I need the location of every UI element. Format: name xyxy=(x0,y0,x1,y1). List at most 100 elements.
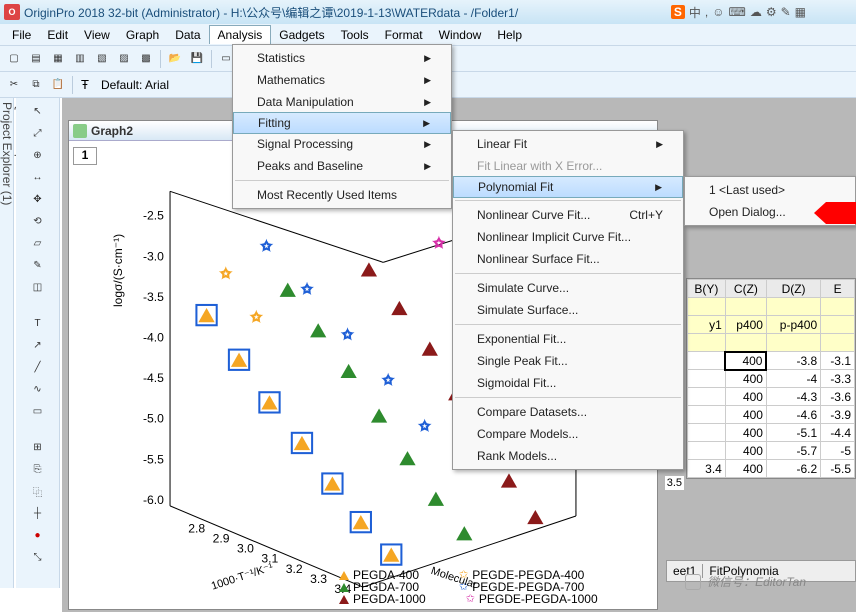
menu-view[interactable]: View xyxy=(76,26,118,44)
mask-icon[interactable]: ▱ xyxy=(29,234,47,252)
annotation-arrow-icon xyxy=(814,202,856,224)
menu-mru[interactable]: Most Recently Used Items xyxy=(233,184,451,206)
svg-text:✩: ✩ xyxy=(420,419,430,433)
menu-graph[interactable]: Graph xyxy=(118,26,167,44)
ime-bar: S 中 , ☺ ⌨ ☁ ⚙ ✎ ▦ xyxy=(671,0,806,24)
svg-text:✩: ✩ xyxy=(221,267,231,281)
svg-text:2.8: 2.8 xyxy=(188,521,205,535)
curve-icon[interactable]: ∿ xyxy=(29,380,47,398)
line-icon[interactable]: ╱ xyxy=(29,358,47,376)
left-tab-strip: Project Explorer (1) Quick Help Messages… xyxy=(0,98,14,588)
svg-text:✩: ✩ xyxy=(383,373,393,387)
copy-icon[interactable]: ⧉ xyxy=(26,75,46,95)
draw-icon[interactable]: ✎ xyxy=(29,256,47,274)
menu-statistics[interactable]: Statistics▶ xyxy=(233,47,451,69)
analysis-dropdown: Statistics▶ Mathematics▶ Data Manipulati… xyxy=(232,44,452,209)
svg-text:✩: ✩ xyxy=(434,236,444,250)
layer-tab[interactable]: 1 xyxy=(73,147,97,165)
menu-window[interactable]: Window xyxy=(431,26,490,44)
add-axis-icon[interactable]: ┼ xyxy=(29,504,47,522)
new-graph-icon[interactable]: ▦ xyxy=(48,49,68,69)
menu-mathematics[interactable]: Mathematics▶ xyxy=(233,69,451,91)
y-axis-label: logσ/(S·cm⁻¹) xyxy=(111,234,125,307)
overflow-hint: 3.5 xyxy=(665,476,684,490)
menu-nonlinear-implicit[interactable]: Nonlinear Implicit Curve Fit... xyxy=(453,226,683,248)
zoom-icon[interactable]: ⤢ xyxy=(29,124,47,142)
menu-file[interactable]: File xyxy=(4,26,39,44)
menu-signal-processing[interactable]: Signal Processing▶ xyxy=(233,133,451,155)
menu-tools[interactable]: Tools xyxy=(333,26,377,44)
new-notes-icon[interactable]: ▩ xyxy=(136,49,156,69)
svg-text:✩: ✩ xyxy=(261,239,271,253)
new-project-icon[interactable]: ▢ xyxy=(4,49,24,69)
menu-exponential-fit[interactable]: Exponential Fit... xyxy=(453,328,683,350)
menu-nonlinear-curve[interactable]: Nonlinear Curve Fit...Ctrl+Y xyxy=(453,204,683,226)
svg-text:✩: ✩ xyxy=(302,282,312,296)
pointer-icon[interactable]: ↖ xyxy=(29,102,47,120)
rescale-icon[interactable]: ⤡ xyxy=(29,548,47,566)
menu-sigmoidal-fit[interactable]: Sigmoidal Fit... xyxy=(453,372,683,394)
svg-text:3.2: 3.2 xyxy=(286,562,303,576)
svg-text:-3.5: -3.5 xyxy=(143,290,164,304)
new-excel-icon[interactable]: ▧ xyxy=(92,49,112,69)
cut-icon[interactable]: ✂ xyxy=(4,75,24,95)
reader-icon[interactable]: ⊕ xyxy=(29,146,47,164)
color-icon[interactable]: ● xyxy=(29,526,47,544)
open-icon[interactable]: 📂 xyxy=(165,49,185,69)
svg-text:-4.0: -4.0 xyxy=(143,330,164,344)
pan-icon[interactable]: ✥ xyxy=(29,190,47,208)
layer-icon[interactable]: ⊞ xyxy=(29,438,47,456)
menu-single-peak-fit[interactable]: Single Peak Fit... xyxy=(453,350,683,372)
svg-text:✩: ✩ xyxy=(343,327,353,341)
menu-linear-fit[interactable]: Linear Fit▶ xyxy=(453,133,683,155)
merge-icon[interactable]: ⿻ xyxy=(29,482,47,500)
menu-gadgets[interactable]: Gadgets xyxy=(271,26,332,44)
menu-polynomial-fit[interactable]: Polynomial Fit▶ xyxy=(453,176,683,198)
svg-text:-4.5: -4.5 xyxy=(143,371,164,385)
font-name[interactable]: Default: Arial xyxy=(95,78,175,92)
menu-data[interactable]: Data xyxy=(167,26,208,44)
menu-simulate-curve[interactable]: Simulate Curve... xyxy=(453,277,683,299)
svg-text:✩: ✩ xyxy=(251,310,261,324)
new-layout-icon[interactable]: ▨ xyxy=(114,49,134,69)
rect-icon[interactable]: ▭ xyxy=(29,402,47,420)
menu-help[interactable]: Help xyxy=(489,26,530,44)
menu-compare-datasets[interactable]: Compare Datasets... xyxy=(453,401,683,423)
menu-fitting[interactable]: Fitting▶ xyxy=(233,112,451,134)
worksheet[interactable]: B(Y)C(Z)D(Z)E y1p400p-p400 400-3.8-3.1 4… xyxy=(686,278,856,479)
menu-rank-models[interactable]: Rank Models... xyxy=(453,445,683,467)
extract-icon[interactable]: ⎘ xyxy=(29,460,47,478)
svg-text:-3.0: -3.0 xyxy=(143,249,164,263)
menu-peaks-baseline[interactable]: Peaks and Baseline▶ xyxy=(233,155,451,177)
svg-text:-2.5: -2.5 xyxy=(143,209,164,223)
tool-palette: ↖ ⤢ ⊕ ↔ ✥ ⟲ ▱ ✎ ◫ T ↗ ╱ ∿ ▭ ⊞ ⎘ ⿻ ┼ ● ⤡ xyxy=(16,98,60,588)
scale-icon[interactable]: ↔ xyxy=(29,168,47,186)
region-icon[interactable]: ◫ xyxy=(29,278,47,296)
arrow-tool-icon[interactable]: ↗ xyxy=(29,336,47,354)
menu-last-used[interactable]: 1 <Last used> xyxy=(685,179,855,201)
rotate-icon[interactable]: ⟲ xyxy=(29,212,47,230)
svg-text:3.3: 3.3 xyxy=(310,572,327,586)
menu-compare-models[interactable]: Compare Models... xyxy=(453,423,683,445)
save-icon[interactable]: 💾 xyxy=(187,49,207,69)
menu-nonlinear-surface[interactable]: Nonlinear Surface Fit... xyxy=(453,248,683,270)
new-workbook-icon[interactable]: ▤ xyxy=(26,49,46,69)
menu-edit[interactable]: Edit xyxy=(39,26,76,44)
text-icon[interactable]: T xyxy=(29,314,47,332)
menu-linear-xerror: Fit Linear with X Error... xyxy=(453,155,683,177)
watermark: 微信号：EditorTan xyxy=(685,573,806,590)
svg-text:3.0: 3.0 xyxy=(237,542,254,556)
menu-data-manipulation[interactable]: Data Manipulation▶ xyxy=(233,91,451,113)
paste-icon[interactable]: 📋 xyxy=(48,75,68,95)
menu-simulate-surface[interactable]: Simulate Surface... xyxy=(453,299,683,321)
wechat-icon xyxy=(685,574,701,590)
svg-text:-6.0: -6.0 xyxy=(143,493,164,507)
graph-window-title: Graph2 xyxy=(91,124,133,138)
ime-s-icon[interactable]: S xyxy=(671,5,685,19)
text-tool-icon[interactable]: Ŧ xyxy=(81,77,89,92)
tab-project-explorer[interactable]: Project Explorer (1) xyxy=(0,102,14,558)
app-icon: O xyxy=(4,4,20,20)
new-matrix-icon[interactable]: ▥ xyxy=(70,49,90,69)
menu-format[interactable]: Format xyxy=(377,26,431,44)
menu-analysis[interactable]: Analysis xyxy=(209,25,272,44)
